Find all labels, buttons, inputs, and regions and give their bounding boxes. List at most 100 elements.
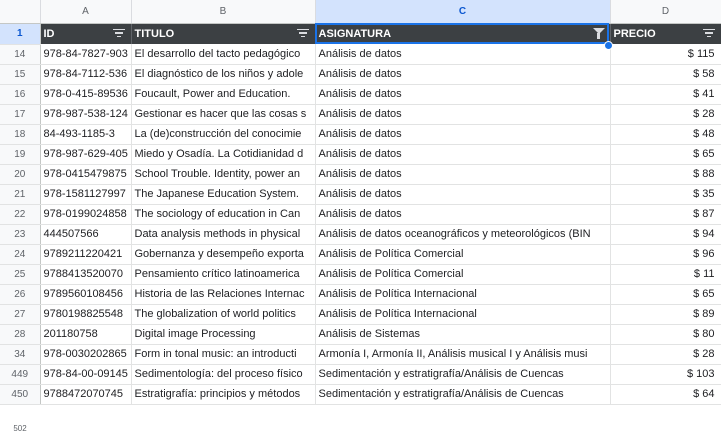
row-number[interactable]: 1	[0, 23, 41, 45]
cell-titulo[interactable]: School Trouble. Identity, power an	[131, 164, 316, 185]
column-header-d[interactable]: D	[610, 0, 721, 24]
cell-precio[interactable]: $ 41	[610, 84, 721, 105]
cell-id[interactable]: 978-0030202865	[40, 344, 132, 365]
cell-asignatura[interactable]: Sedimentación y estratigrafía/Análisis d…	[315, 364, 611, 385]
cell-precio[interactable]: $ 11	[610, 264, 721, 285]
cell-asignatura[interactable]: Análisis de Política Comercial	[315, 264, 611, 285]
cell-id[interactable]: 978-84-7827-903	[40, 44, 132, 65]
active-filter-funnel-icon[interactable]	[592, 27, 605, 39]
row-number[interactable]: 16	[0, 84, 41, 105]
cell-titulo[interactable]: Digital image Processing	[131, 324, 316, 345]
cell-precio[interactable]: $ 65	[610, 144, 721, 165]
row-number[interactable]: 28	[0, 324, 41, 345]
cell-asignatura[interactable]: Análisis de datos	[315, 44, 611, 65]
row-number[interactable]: 34	[0, 344, 41, 365]
cell-asignatura[interactable]: Análisis de datos	[315, 104, 611, 125]
cell-titulo[interactable]: The globalization of world politics	[131, 304, 316, 325]
row-number[interactable]: 20	[0, 164, 41, 185]
cell-asignatura[interactable]: Análisis de datos	[315, 84, 611, 105]
cell-id[interactable]: 201180758	[40, 324, 132, 345]
fill-handle[interactable]	[604, 41, 613, 50]
cell-precio[interactable]: $ 58	[610, 64, 721, 85]
filter-icon[interactable]	[702, 28, 716, 40]
cell-precio[interactable]: $ 64	[610, 384, 721, 405]
cell-precio[interactable]: $ 89	[610, 304, 721, 325]
cell-asignatura[interactable]: Análisis de datos	[315, 204, 611, 225]
header-cell-asignatura[interactable]: ASIGNATURA	[315, 23, 611, 44]
cell-asignatura[interactable]: Sedimentación y estratigrafía/Análisis d…	[315, 384, 611, 405]
cell-titulo[interactable]: The Japanese Education System.	[131, 184, 316, 205]
cell-id[interactable]: 9788472070745	[40, 384, 132, 405]
cell-id[interactable]: 9789560108456	[40, 284, 132, 305]
filter-icon[interactable]	[112, 28, 126, 40]
cell-asignatura[interactable]: Análisis de datos	[315, 184, 611, 205]
cell-asignatura[interactable]: Análisis de datos	[315, 144, 611, 165]
cell-asignatura[interactable]: Análisis de Política Internacional	[315, 284, 611, 305]
cell-precio[interactable]: $ 115	[610, 44, 721, 65]
row-number[interactable]: 449	[0, 364, 41, 385]
cell-id[interactable]: 9780198825548	[40, 304, 132, 325]
cell-titulo[interactable]: Sedimentología: del proceso físico	[131, 364, 316, 385]
cell-titulo[interactable]: El diagnóstico de los niños y adole	[131, 64, 316, 85]
cell-precio[interactable]: $ 28	[610, 344, 721, 365]
cell-titulo[interactable]: Miedo y Osadía. La Cotidianidad d	[131, 144, 316, 165]
cell-id[interactable]: 84-493-1185-3	[40, 124, 132, 145]
column-header-a[interactable]: A	[40, 0, 132, 24]
cell-titulo[interactable]: Historia de las Relaciones Internac	[131, 284, 316, 305]
cell-precio[interactable]: $ 65	[610, 284, 721, 305]
cell-precio[interactable]: $ 88	[610, 164, 721, 185]
row-number[interactable]: 26	[0, 284, 41, 305]
cell-asignatura[interactable]: Análisis de datos oceanográficos y meteo…	[315, 224, 611, 245]
cell-id[interactable]: 978-84-00-09145	[40, 364, 132, 385]
row-number[interactable]: 21	[0, 184, 41, 205]
row-number[interactable]: 23	[0, 224, 41, 245]
filter-icon[interactable]	[296, 28, 310, 40]
cell-id[interactable]: 978-0-415-89536	[40, 84, 132, 105]
cell-asignatura[interactable]: Armonía I, Armonía II, Análisis musical …	[315, 344, 611, 365]
cell-precio[interactable]: $ 94	[610, 224, 721, 245]
row-number[interactable]: 14	[0, 44, 41, 65]
row-number[interactable]: 19	[0, 144, 41, 165]
cell-id[interactable]: 978-0415479875	[40, 164, 132, 185]
cell-precio[interactable]: $ 96	[610, 244, 721, 265]
cell-id[interactable]: 978-84-7112-536	[40, 64, 132, 85]
cell-titulo[interactable]: Foucault, Power and Education.	[131, 84, 316, 105]
cell-titulo[interactable]: Pensamiento crítico latinoamerica	[131, 264, 316, 285]
column-header-b[interactable]: B	[131, 0, 316, 24]
row-number[interactable]: 24	[0, 244, 41, 265]
row-number[interactable]: 450	[0, 384, 41, 405]
header-cell-id[interactable]: ID	[40, 23, 132, 44]
cell-id[interactable]: 978-987-538-124	[40, 104, 132, 125]
cell-precio[interactable]: $ 80	[610, 324, 721, 345]
cell-titulo[interactable]: La (de)construcción del conocimie	[131, 124, 316, 145]
row-number[interactable]: 15	[0, 64, 41, 85]
cell-id[interactable]: 444507566	[40, 224, 132, 245]
cell-asignatura[interactable]: Análisis de datos	[315, 164, 611, 185]
cell-id[interactable]: 978-0199024858	[40, 204, 132, 225]
row-number[interactable]: 17	[0, 104, 41, 125]
header-cell-precio[interactable]: PRECIO	[610, 23, 721, 44]
cell-id[interactable]: 9789211220421	[40, 244, 132, 265]
cell-asignatura[interactable]: Análisis de datos	[315, 124, 611, 145]
cell-precio[interactable]: $ 35	[610, 184, 721, 205]
cell-id[interactable]: 9788413520070	[40, 264, 132, 285]
cell-asignatura[interactable]: Análisis de Sistemas	[315, 324, 611, 345]
header-cell-titulo[interactable]: TITULO	[131, 23, 316, 44]
cell-precio[interactable]: $ 103	[610, 364, 721, 385]
cell-precio[interactable]: $ 48	[610, 124, 721, 145]
row-number[interactable]: 22	[0, 204, 41, 225]
cell-asignatura[interactable]: Análisis de Política Internacional	[315, 304, 611, 325]
select-all-corner[interactable]	[0, 0, 41, 24]
cell-asignatura[interactable]: Análisis de Política Comercial	[315, 244, 611, 265]
cell-titulo[interactable]: Estratigrafía: principios y métodos	[131, 384, 316, 405]
cell-id[interactable]: 978-1581127997	[40, 184, 132, 205]
cell-id[interactable]: 978-987-629-405	[40, 144, 132, 165]
cell-titulo[interactable]: El desarrollo del tacto pedagógico	[131, 44, 316, 65]
cell-precio[interactable]: $ 87	[610, 204, 721, 225]
cell-titulo[interactable]: Form in tonal music: an introducti	[131, 344, 316, 365]
cell-asignatura[interactable]: Análisis de datos	[315, 64, 611, 85]
cell-titulo[interactable]: Data analysis methods in physical	[131, 224, 316, 245]
cell-titulo[interactable]: The sociology of education in Can	[131, 204, 316, 225]
row-number[interactable]: 27	[0, 304, 41, 325]
column-header-c[interactable]: C	[315, 0, 611, 24]
